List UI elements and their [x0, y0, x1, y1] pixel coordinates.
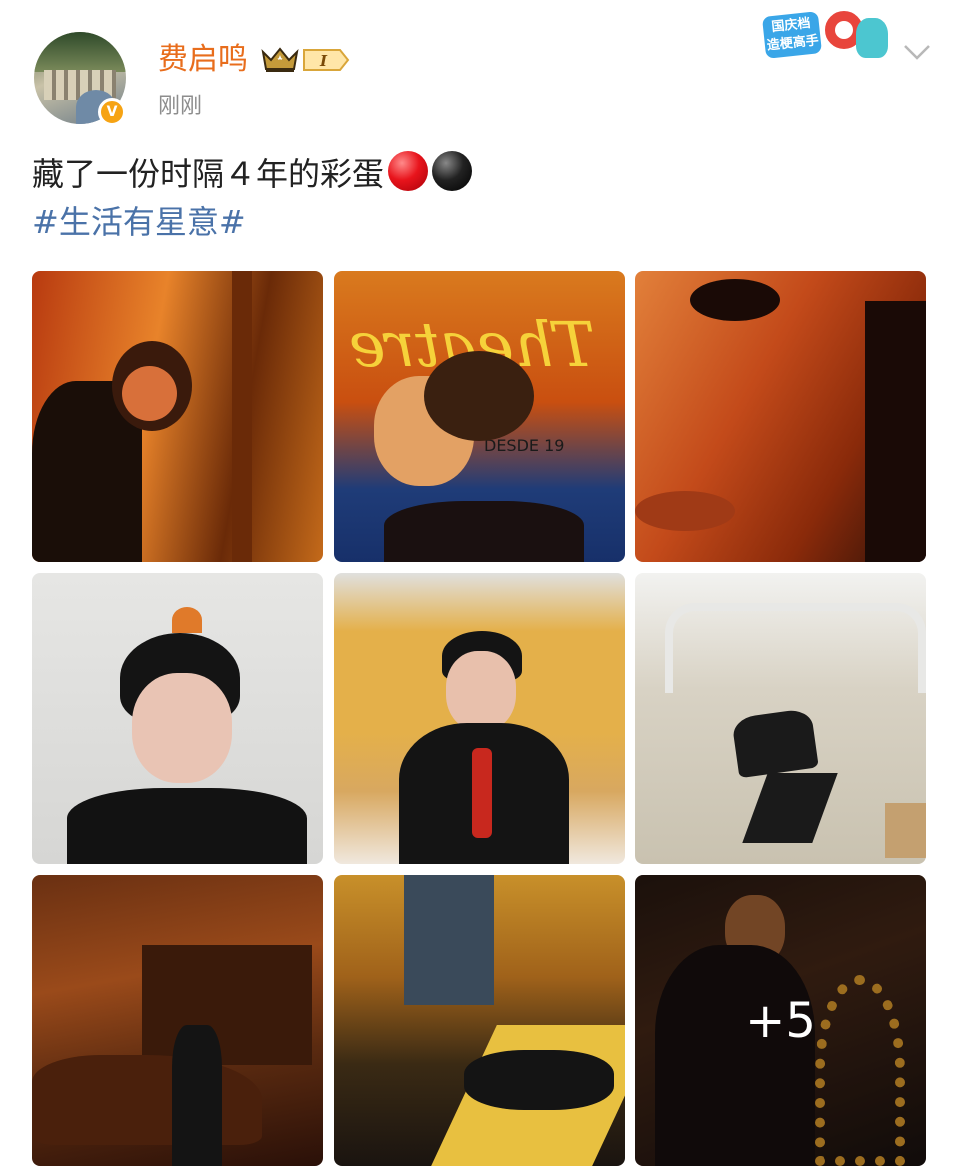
- post-content: 藏了一份时隔４年的彩蛋 #生活有星意#: [32, 150, 932, 246]
- promo-text: 国庆档 造梗高手: [761, 11, 823, 59]
- post-text-line: 藏了一份时隔４年的彩蛋: [32, 150, 932, 198]
- photo-body: [67, 788, 307, 864]
- avatar-bg-top: [34, 32, 126, 72]
- photo-window: [404, 875, 494, 1005]
- black-circle-icon: [432, 151, 473, 191]
- post-text: 藏了一份时隔４年的彩蛋: [32, 155, 385, 193]
- photo-eye: [690, 279, 780, 321]
- desde-text: DESDE 19: [484, 436, 564, 455]
- photo-8[interactable]: [334, 875, 625, 1166]
- photo-2[interactable]: Theatre DESDE 19: [334, 271, 625, 562]
- photo-hair: [424, 351, 534, 441]
- photo-shutter: [142, 945, 312, 1065]
- photo-face: [132, 673, 232, 783]
- photo-grid: Theatre DESDE 19 +5: [32, 271, 927, 1166]
- mascot2-icon: [856, 18, 888, 58]
- more-photos-overlay[interactable]: +5: [635, 875, 926, 1166]
- photo-3[interactable]: [635, 271, 926, 562]
- photo-lips: [635, 491, 735, 531]
- level-badge-icon: I: [302, 48, 350, 72]
- photo-table: [885, 803, 926, 858]
- chevron-down-icon[interactable]: [902, 38, 932, 64]
- photo-face: [122, 366, 177, 421]
- level-label: I: [319, 52, 328, 70]
- photo-shadow: [865, 301, 926, 562]
- photo-prop: [172, 607, 202, 633]
- photo-6[interactable]: [635, 573, 926, 864]
- photo-7[interactable]: [32, 875, 323, 1166]
- post-header: V 费启鸣 I 刚刚 国庆档 造梗高手: [0, 0, 960, 140]
- verified-icon: V: [98, 98, 126, 126]
- photo-4[interactable]: [32, 573, 323, 864]
- photo-legs: [742, 773, 838, 843]
- timestamp: 刚刚: [158, 94, 203, 119]
- photo-9[interactable]: +5: [635, 875, 926, 1166]
- red-circle-icon: [388, 151, 429, 191]
- photo-body: [384, 501, 584, 562]
- username[interactable]: 费启鸣: [158, 40, 248, 80]
- photo-door: [232, 271, 252, 562]
- photo-car: [32, 1055, 262, 1145]
- photo-1[interactable]: [32, 271, 323, 562]
- crown-icon: [261, 47, 299, 72]
- hashtag-link[interactable]: #生活有星意#: [32, 198, 932, 246]
- photo-arch: [665, 603, 926, 693]
- photo-5[interactable]: [334, 573, 625, 864]
- photo-figure: [464, 1050, 614, 1110]
- photo-bottle: [472, 748, 492, 838]
- photo-face: [446, 651, 516, 731]
- promo-badge[interactable]: 国庆档 造梗高手: [756, 4, 896, 70]
- photo-figure: [172, 1025, 222, 1166]
- photo-figure: [731, 707, 819, 779]
